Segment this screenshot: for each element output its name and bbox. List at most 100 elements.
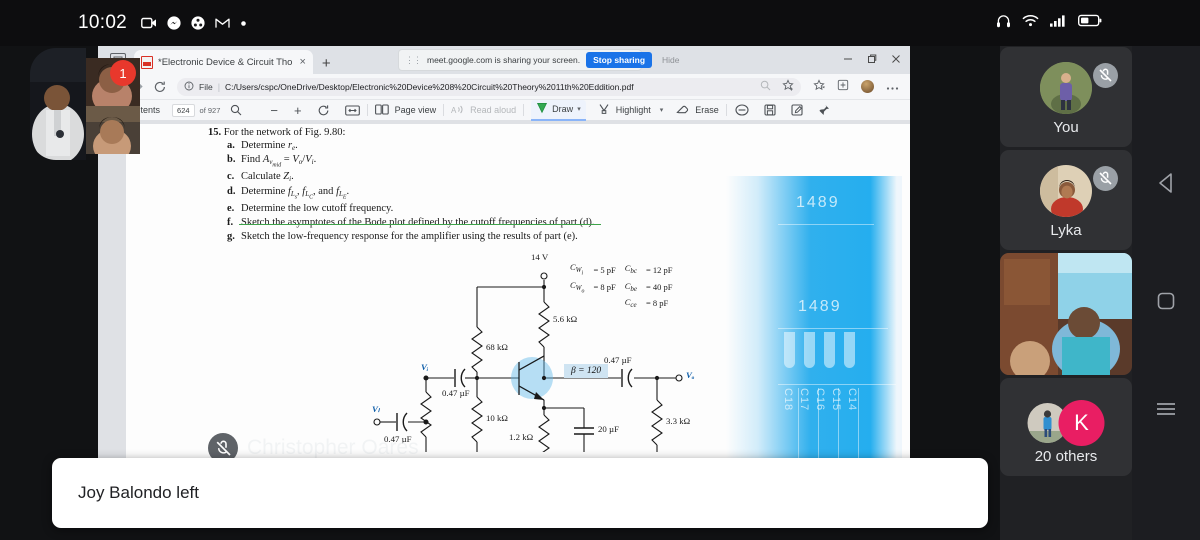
tab-strip: *Electronic Device & Circuit Tho × + ⋮⋮ … bbox=[98, 46, 910, 74]
zoom-out-button[interactable]: − bbox=[270, 103, 278, 118]
profile-avatar[interactable] bbox=[861, 80, 874, 93]
cap-be-label: Cbe bbox=[624, 281, 637, 294]
recents-lines-icon[interactable] bbox=[1149, 392, 1183, 426]
close-button[interactable] bbox=[884, 48, 908, 70]
question-items: a. Determine re. b. Find Avmid = Vo/Vi. … bbox=[227, 139, 678, 244]
toast-message: Joy Balondo left bbox=[78, 483, 199, 502]
read-aloud-button[interactable]: A Read aloud bbox=[451, 104, 516, 117]
share-message: meet.google.com is sharing your screen. bbox=[427, 55, 581, 65]
pin-icon[interactable] bbox=[818, 104, 830, 116]
pdf-toolbar: Contents 624 of 927 − + Page view A Read… bbox=[98, 99, 910, 121]
pdf-page: 15. For the network of Fig. 9.80: a. Det… bbox=[126, 124, 910, 466]
close-icon[interactable]: × bbox=[297, 56, 307, 68]
participant-tile-lyka[interactable]: Lyka bbox=[1000, 150, 1132, 250]
resistor-label-10k: 10 kΩ bbox=[486, 413, 508, 423]
avatar bbox=[1040, 62, 1092, 114]
list-item: b. Find Avmid = Vo/Vi. bbox=[227, 153, 678, 170]
item-text: Find Avmid = Vo/Vi. bbox=[241, 154, 317, 169]
participant-tile-others[interactable]: K 20 others bbox=[1000, 378, 1132, 476]
new-tab-button[interactable]: + bbox=[322, 56, 331, 71]
draw-button[interactable]: Draw ▾ bbox=[531, 99, 586, 121]
cap-wi-value: = 5 pF bbox=[593, 264, 616, 275]
page-view-label: Page view bbox=[394, 105, 437, 115]
circuit-diagram: 14 V 68 kΩ 5.6 kΩ 10 kΩ 1.2 kΩ 3.3 kΩ 0.… bbox=[366, 252, 716, 461]
more-options-icon[interactable] bbox=[886, 78, 899, 96]
participant-tile-you[interactable]: You bbox=[1000, 47, 1132, 147]
presenter-name: Christopher Oares bbox=[247, 436, 419, 459]
resistor-label-3k3: 3.3 kΩ bbox=[666, 416, 691, 426]
chevron-down-icon[interactable]: ▾ bbox=[577, 105, 581, 113]
minimize-button[interactable] bbox=[836, 48, 860, 70]
share-icon bbox=[191, 16, 205, 30]
highlight-label: Highlight bbox=[615, 105, 651, 115]
address-bar[interactable]: File | C:/Users/cspc/OneDrive/Desktop/El… bbox=[177, 77, 801, 96]
hide-button[interactable]: Hide bbox=[658, 55, 683, 65]
artifact-column-label: C14 bbox=[846, 388, 858, 412]
item-letter: f. bbox=[227, 216, 234, 228]
node-label-vs: Vₗ bbox=[372, 404, 380, 414]
question-heading: 15. For the network of Fig. 9.80: bbox=[208, 127, 678, 138]
erase-button[interactable]: Erase bbox=[676, 103, 719, 117]
svg-text:A: A bbox=[451, 106, 457, 115]
messenger-icon bbox=[167, 16, 181, 30]
extensions-icon[interactable] bbox=[837, 78, 849, 96]
divider bbox=[523, 104, 525, 116]
browser-tab[interactable]: *Electronic Device & Circuit Tho × bbox=[134, 50, 313, 74]
minus-circle-icon[interactable] bbox=[735, 104, 749, 116]
annotate-icon[interactable] bbox=[791, 104, 803, 116]
capacitance-table: CWi = 5 pF Cbc = 12 pF CWo = 8 pF Cbe = … bbox=[568, 260, 682, 312]
favorite-add-icon[interactable] bbox=[782, 78, 794, 96]
participant-name: You bbox=[1053, 119, 1079, 136]
pip-thumbnails[interactable]: 1 bbox=[30, 48, 140, 160]
pdf-text-block: 15. For the network of Fig. 9.80: a. Det… bbox=[208, 127, 678, 244]
draw-label: Draw bbox=[552, 103, 574, 114]
blue-overlay-artifact: 1489 1489 C18 C17 C16 C15 C14 bbox=[726, 176, 902, 466]
drag-handle-icon[interactable]: ⋮⋮ bbox=[405, 55, 422, 66]
status-clock: 10:02 bbox=[78, 12, 128, 33]
toast-notification[interactable]: Joy Balondo left bbox=[52, 458, 988, 528]
zoom-icon[interactable] bbox=[760, 78, 771, 96]
page-number-input[interactable]: 624 bbox=[172, 103, 195, 117]
cap-wo-label: CWo bbox=[570, 279, 585, 295]
back-triangle-icon[interactable] bbox=[1149, 166, 1183, 200]
cap-ce-value: = 8 pF bbox=[646, 298, 669, 309]
participant-tile-video[interactable] bbox=[1000, 253, 1132, 375]
node-label-vo: Vₒ bbox=[686, 370, 695, 380]
status-app-icons bbox=[141, 16, 247, 30]
battery-icon bbox=[1077, 14, 1102, 32]
stop-sharing-button[interactable]: Stop sharing bbox=[586, 52, 653, 68]
video-feed bbox=[1000, 253, 1132, 375]
participant-name: Lyka bbox=[1050, 222, 1082, 239]
others-avatars: K bbox=[1027, 400, 1105, 446]
highlight-button[interactable]: Highlight ▾ bbox=[598, 103, 664, 117]
reload-icon[interactable] bbox=[150, 77, 170, 97]
gmail-icon bbox=[215, 17, 230, 29]
artifact-line bbox=[778, 384, 896, 386]
screen-share-notice: ⋮⋮ meet.google.com is sharing your scree… bbox=[398, 49, 680, 71]
page-view-button[interactable]: Page view bbox=[374, 103, 437, 117]
artifact-column-label: C15 bbox=[830, 388, 842, 412]
camera-icon bbox=[141, 17, 157, 29]
pdf-file-icon bbox=[141, 55, 153, 69]
avatar-initial-badge: K bbox=[1058, 400, 1105, 446]
omnibox-separator: | bbox=[217, 81, 221, 92]
collections-icon[interactable] bbox=[813, 78, 825, 96]
home-square-icon[interactable] bbox=[1149, 284, 1183, 318]
item-text: Determine the low cutoff frequency. bbox=[241, 202, 394, 214]
mic-off-icon bbox=[1093, 63, 1118, 88]
status-right-icons bbox=[996, 14, 1102, 33]
read-aloud-label: Read aloud bbox=[470, 105, 517, 115]
chevron-down-icon[interactable]: ▾ bbox=[660, 106, 664, 114]
search-icon[interactable] bbox=[230, 104, 242, 116]
list-item: e. Determine the low cutoff frequency. bbox=[227, 202, 678, 216]
save-icon[interactable] bbox=[764, 104, 776, 116]
question-title: For the network of Fig. 9.80: bbox=[223, 127, 346, 138]
rotate-icon[interactable] bbox=[317, 104, 330, 117]
draw-pen-icon bbox=[536, 102, 548, 116]
zoom-in-button[interactable]: + bbox=[294, 103, 302, 118]
info-icon bbox=[184, 78, 194, 96]
browser-nav-row: File | C:/Users/cspc/OneDrive/Desktop/El… bbox=[98, 74, 910, 99]
restore-button[interactable] bbox=[860, 48, 884, 70]
fit-page-icon[interactable] bbox=[344, 104, 360, 116]
artifact-capsules bbox=[784, 332, 855, 368]
